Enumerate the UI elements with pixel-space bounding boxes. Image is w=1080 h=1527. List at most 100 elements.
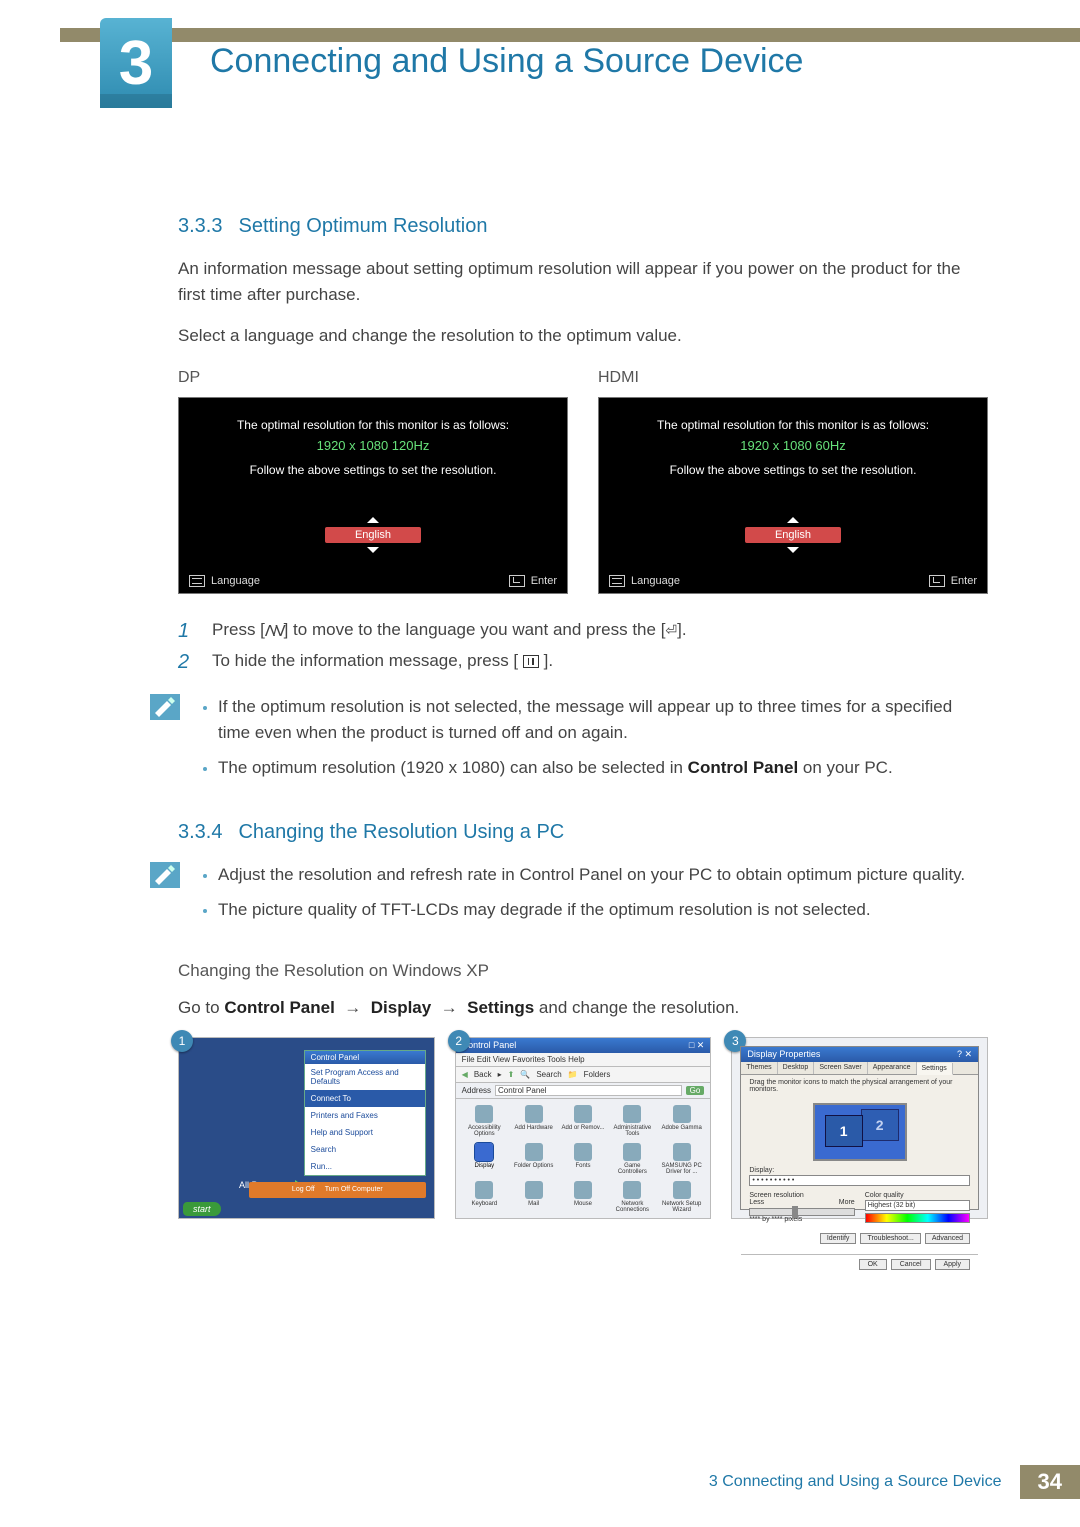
- language-value: English: [745, 527, 841, 543]
- osd-footer-language: Language: [189, 575, 260, 587]
- display-dropdown: • • • • • • • • • •: [749, 1175, 970, 1186]
- intro-paragraph-2: Select a language and change the resolut…: [178, 323, 988, 349]
- color-swatch: [865, 1213, 970, 1223]
- text: Press [: [212, 620, 265, 639]
- step-text: To hide the information message, press […: [212, 651, 553, 674]
- display-bold: Display: [371, 998, 431, 1017]
- title: Control Panel: [462, 1040, 517, 1051]
- window-titlebar: Control Panel □ ✕: [456, 1038, 711, 1053]
- monitor-preview: 1 2: [813, 1103, 907, 1161]
- osd-footer: Language Enter: [601, 575, 985, 587]
- step-2: 2 To hide the information message, press…: [178, 651, 988, 674]
- more-label: More: [839, 1199, 855, 1206]
- xp-start-menu-shot: 1 Control Panel Set Program Access and D…: [178, 1037, 435, 1219]
- section-number: 3.3.4: [178, 821, 222, 844]
- start-menu-item: Set Program Access and Defaults: [305, 1064, 425, 1090]
- dialog-buttons: OK Cancel Apply: [741, 1254, 978, 1274]
- page-content: 3.3.3 Setting Optimum Resolution An info…: [178, 215, 988, 1219]
- toolbar: ◀Back ▸⬆ 🔍Search 📁Folders: [456, 1067, 711, 1083]
- hint-text: Drag the monitor icons to match the phys…: [741, 1079, 978, 1093]
- osd-line1: The optimal resolution for this monitor …: [237, 418, 509, 432]
- enter-label: Enter: [531, 575, 557, 587]
- dp-column: DP The optimal resolution for this monit…: [178, 369, 568, 594]
- language-label: Language: [211, 575, 260, 587]
- resolution-slider: [749, 1208, 854, 1216]
- screen-res-label: Screen resolution: [749, 1192, 854, 1199]
- cp-item: Fonts: [560, 1143, 605, 1175]
- text: Go to: [178, 998, 224, 1017]
- cp-bold: Control Panel: [224, 998, 335, 1017]
- page-footer: 3 Connecting and Using a Source Device 3…: [0, 1467, 1080, 1497]
- label: Display: [474, 1163, 494, 1169]
- cp-item: Mouse: [560, 1181, 605, 1213]
- start-menu-item: Run...: [305, 1158, 425, 1175]
- advanced-button: Advanced: [925, 1233, 970, 1244]
- control-panel-grid: Accessibility Options Add Hardware Add o…: [456, 1099, 711, 1219]
- header-stripe: [60, 28, 1080, 42]
- xp-control-panel-shot: 2 Control Panel□ ✕ File Edit View Favori…: [455, 1037, 712, 1219]
- start-button: start: [183, 1202, 221, 1216]
- note-list: If the optimum resolution is not selecte…: [198, 694, 988, 791]
- step-badge-1: 1: [171, 1030, 193, 1052]
- cp-item: Folder Options: [511, 1143, 556, 1175]
- footer-chapter-label: 3 Connecting and Using a Source Device: [709, 1473, 1002, 1491]
- cp-item: Add or Remov...: [560, 1105, 605, 1137]
- step-number: 1: [178, 620, 198, 643]
- text: To hide the information message, press [: [212, 651, 518, 670]
- cp-item: Network Setup Wizard: [659, 1181, 704, 1213]
- text: ].: [677, 620, 686, 639]
- arrow-right-icon: →: [441, 998, 458, 1017]
- text: ].: [544, 651, 553, 670]
- cp-item: Game Controllers: [610, 1143, 655, 1175]
- label: Mouse: [574, 1201, 592, 1207]
- settings-bold: Settings: [467, 998, 534, 1017]
- cp-item: Keyboard: [462, 1181, 507, 1213]
- dialog-tabs: Themes Desktop Screen Saver Appearance S…: [741, 1062, 978, 1075]
- label: Add Hardware: [514, 1125, 552, 1131]
- generic-icon: [574, 1181, 592, 1199]
- arrow-down-icon: [367, 547, 379, 553]
- section-333-heading: 3.3.3 Setting Optimum Resolution: [178, 215, 988, 238]
- tab: Appearance: [868, 1062, 917, 1074]
- window-controls-icon: ? ✕: [957, 1049, 972, 1060]
- color-col: Color quality Highest (32 bit): [865, 1192, 970, 1223]
- tab-active: Settings: [917, 1063, 953, 1075]
- generic-icon: [574, 1143, 592, 1161]
- resolution-color-row: Screen resolution LessMore **** by **** …: [741, 1192, 978, 1223]
- step-1: 1 Press [ᐱ/ᐯ] to move to the language yo…: [178, 620, 988, 643]
- note-icon: [150, 694, 180, 720]
- start-menu-item: Search: [305, 1141, 425, 1158]
- resolution-value: **** by **** pixels: [749, 1216, 854, 1223]
- address-label: Address: [462, 1086, 491, 1095]
- start-menu-item: Printers and Faxes: [305, 1107, 425, 1124]
- label: Accessibility Options: [468, 1125, 501, 1137]
- cp-item: Adobe Gamma: [659, 1105, 704, 1137]
- osd-footer: Language Enter: [181, 575, 565, 587]
- osd-footer-enter: Enter: [929, 575, 977, 587]
- window-controls-icon: □ ✕: [689, 1040, 704, 1051]
- arrow-up-icon: [787, 517, 799, 523]
- logoff-bar: Log Off Turn Off Computer: [249, 1182, 426, 1198]
- turn-off-label: Turn Off Computer: [325, 1186, 383, 1193]
- note-item: If the optimum resolution is not selecte…: [218, 694, 988, 745]
- step-text: Press [ᐱ/ᐯ] to move to the language you …: [212, 620, 687, 643]
- text: The optimum resolution (1920 x 1080) can…: [218, 758, 688, 777]
- osd-footer-enter: Enter: [509, 575, 557, 587]
- enter-label: Enter: [951, 575, 977, 587]
- generic-icon: [525, 1143, 543, 1161]
- label: Mail: [528, 1201, 539, 1207]
- cp-item: Administrative Tools: [610, 1105, 655, 1137]
- cp-item-display: Display: [462, 1143, 507, 1175]
- cp-item: Add Hardware: [511, 1105, 556, 1137]
- resolution-col: Screen resolution LessMore **** by **** …: [749, 1192, 854, 1223]
- address-value: Control Panel: [495, 1085, 682, 1096]
- generic-icon: [574, 1105, 592, 1123]
- label: SAMSUNG PC Driver for ...: [661, 1163, 701, 1175]
- ok-button: OK: [859, 1259, 887, 1270]
- cp-item: Network Connections: [610, 1181, 655, 1213]
- tab: Themes: [741, 1062, 777, 1074]
- generic-icon: [475, 1105, 493, 1123]
- mid-buttons: Identify Troubleshoot... Advanced: [741, 1229, 978, 1248]
- display-properties-dialog: Display Properties? ✕ Themes Desktop Scr…: [740, 1046, 979, 1210]
- generic-icon: [623, 1143, 641, 1161]
